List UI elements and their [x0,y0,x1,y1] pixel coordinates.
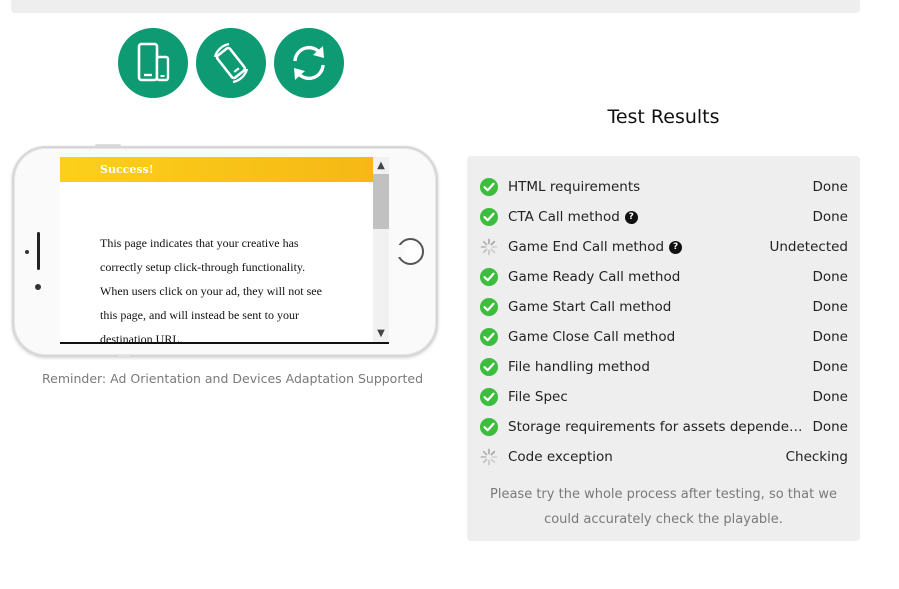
result-row: Code exception Checking [479,446,848,468]
orientation-reminder: Reminder: Ad Orientation and Devices Ada… [42,371,423,386]
result-status: Done [812,419,848,435]
check-circle-icon [480,208,498,226]
result-status: Done [812,179,848,195]
result-row: Game Ready Call method Done [479,266,848,288]
top-panel [11,0,860,13]
result-label: File Spec [508,389,568,405]
result-label: Game End Call method [508,239,665,255]
result-row: Storage requirements for assets dependen… [479,416,848,438]
result-row: Game Start Call method Done [479,296,848,318]
phone-side-button [118,355,130,358]
multi-device-icon [137,42,170,82]
help-question-icon[interactable]: ? [669,240,683,254]
phone-camera [35,284,41,290]
result-status: Undetected [769,239,848,255]
preview-line: correctly setup click-through functional… [100,260,306,274]
result-status: Done [812,329,848,345]
result-row: File handling method Done [479,356,848,378]
result-label: CTA Call method [508,209,620,225]
success-banner: Success! [60,157,373,182]
result-row: CTA Call method? Done [479,206,848,228]
scroll-up-arrow-icon[interactable]: ▲ [373,159,389,173]
result-label: Storage requirements for assets dependen… [508,419,808,435]
rotate-phone-button[interactable] [196,28,266,98]
preview-line: When users click on your ad, they will n… [100,284,322,298]
refresh-button[interactable] [274,28,344,98]
phone-sensor [25,250,29,254]
check-circle-icon [480,178,498,196]
result-status: Checking [785,449,848,465]
results-title: Test Results [607,106,720,128]
ad-preview-screen[interactable]: Success! This page indicates that your c… [60,157,389,344]
result-row: File Spec Done [479,386,848,408]
results-panel: HTML requirements Done CTA Call method? Don… [467,156,860,541]
rotate-phone-icon [213,42,249,84]
result-row: Game Close Call method Done [479,326,848,348]
multi-device-button[interactable] [118,28,188,98]
result-status: Done [812,359,848,375]
check-circle-icon [480,388,498,406]
preview-message: This page indicates that your creative h… [100,231,340,344]
help-question-icon[interactable]: ? [624,210,638,224]
result-label: File handling method [508,359,650,375]
phone-speaker [37,232,40,270]
loading-spinner-icon [480,238,498,256]
result-label: Game Ready Call method [508,269,681,285]
result-label: Game Start Call method [508,299,672,315]
result-label: Game Close Call method [508,329,676,345]
results-footnote: Please try the whole process after testi… [490,487,837,527]
result-row: Game End Call method? Undetected [479,236,848,258]
refresh-icon [293,45,325,81]
preview-line: this page, and will instead be sent to y… [100,308,299,322]
result-status: Done [812,389,848,405]
result-row: HTML requirements Done [479,176,848,198]
loading-spinner-icon [480,448,498,466]
preview-line: destination URL. [100,332,183,344]
check-circle-icon [480,268,498,286]
scroll-down-arrow-icon[interactable]: ▼ [373,327,389,341]
result-status: Done [812,209,848,225]
result-label: Code exception [508,449,613,465]
result-status: Done [812,269,848,285]
check-circle-icon [480,418,498,436]
preview-scroll-thumb[interactable] [373,174,389,229]
result-label: HTML requirements [508,179,641,195]
check-circle-icon [480,358,498,376]
result-status: Done [812,299,848,315]
preview-line: This page indicates that your creative h… [100,236,299,250]
check-circle-icon [480,298,498,316]
check-circle-icon [480,328,498,346]
